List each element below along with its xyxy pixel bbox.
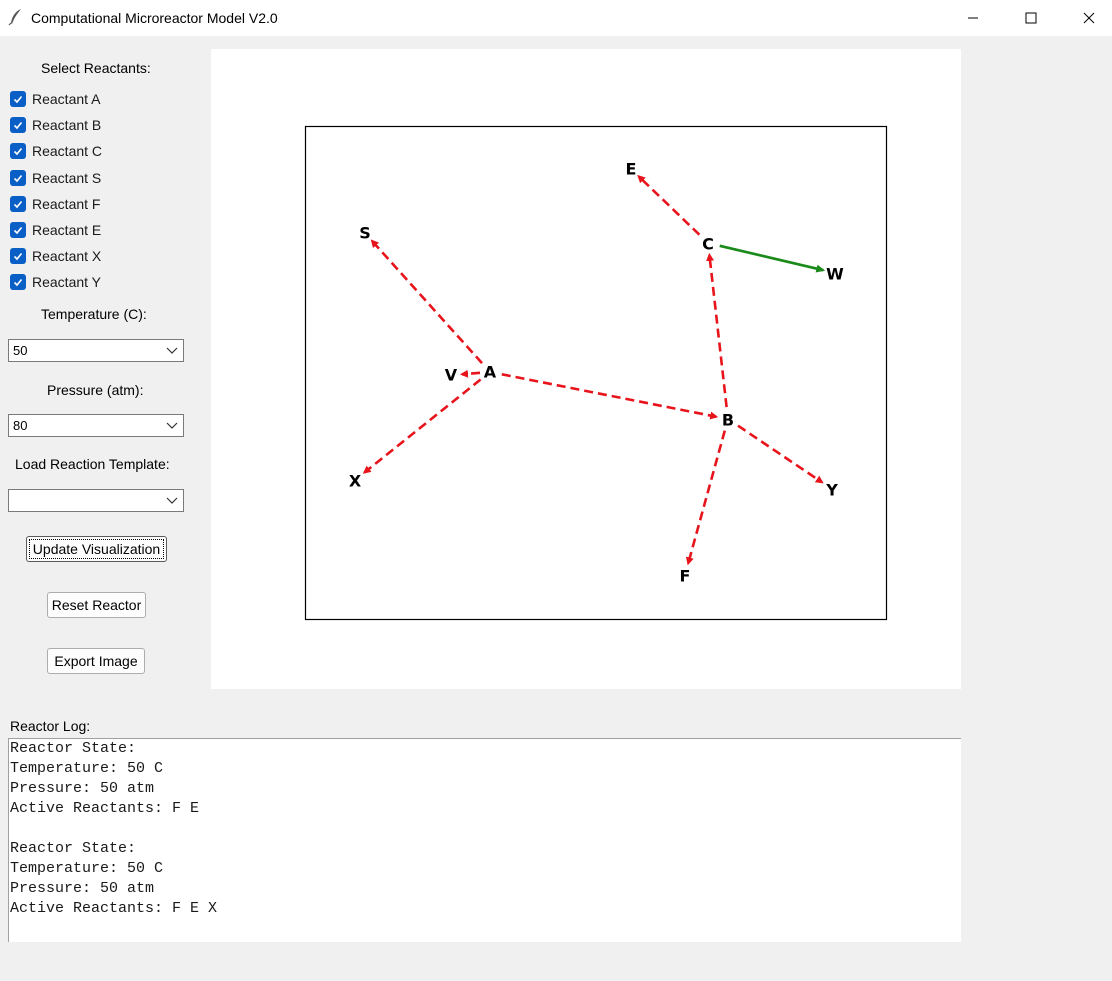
reactant-label: Reactant C — [32, 143, 103, 159]
log-line: Active Reactants: F E — [10, 800, 200, 817]
plot-frame — [304, 125, 888, 621]
reactant-label: Reactant S — [32, 170, 102, 186]
temperature-select[interactable]: 50 — [8, 339, 184, 362]
maximize-button[interactable] — [1008, 0, 1054, 36]
node-w: W — [826, 265, 844, 284]
reactant-checkbox[interactable]: Reactant X — [10, 247, 101, 265]
node-e: E — [626, 160, 637, 179]
template-select[interactable] — [8, 489, 184, 512]
reactant-label: Reactant A — [32, 91, 101, 107]
title-bar: Computational Microreactor Model V2.0 — [0, 0, 1112, 36]
reactant-checkbox[interactable]: Reactant B — [10, 116, 101, 134]
reset-reactor-button[interactable]: Reset Reactor — [47, 592, 146, 618]
maximize-icon — [1025, 12, 1037, 24]
log-line: Active Reactants: F E X — [10, 900, 218, 917]
pressure-label: Pressure (atm): — [47, 382, 144, 398]
feather-icon — [8, 9, 21, 26]
checkbox-checked-icon[interactable] — [10, 196, 26, 212]
pressure-value: 80 — [13, 418, 28, 433]
window-title: Computational Microreactor Model V2.0 — [31, 10, 278, 26]
node-a: A — [484, 363, 497, 382]
reactant-checkbox[interactable]: Reactant A — [10, 90, 101, 108]
reaction-graph: A B C E W S V X Y F — [304, 125, 888, 621]
log-line: Temperature: 50 C — [10, 760, 164, 777]
close-button[interactable] — [1066, 0, 1112, 36]
checkbox-checked-icon[interactable] — [10, 117, 26, 133]
log-line: Pressure: 50 atm — [10, 880, 155, 897]
reactant-label: Reactant Y — [32, 274, 102, 290]
log-line: Reactor State: — [10, 840, 137, 857]
temperature-label: Temperature (C): — [41, 306, 147, 322]
chevron-down-icon — [166, 422, 178, 429]
node-x: X — [349, 472, 362, 491]
reactant-label: Reactant X — [32, 248, 102, 264]
close-icon — [1083, 12, 1095, 24]
checkbox-checked-icon[interactable] — [10, 274, 26, 290]
reactor-log-label: Reactor Log: — [10, 718, 91, 734]
reactant-checkbox[interactable]: Reactant C — [10, 142, 102, 160]
node-b: B — [722, 411, 734, 430]
node-c: C — [702, 235, 714, 254]
chevron-down-icon — [166, 497, 178, 504]
node-v: V — [445, 366, 458, 385]
log-line: Pressure: 50 atm — [10, 780, 155, 797]
reactants-heading: Select Reactants: — [41, 60, 151, 76]
pressure-select[interactable]: 80 — [8, 414, 184, 437]
checkbox-checked-icon[interactable] — [10, 170, 26, 186]
log-lines: Reactor State: Temperature: 50 C Pressure:… — [9, 739, 961, 919]
chevron-down-icon — [166, 347, 178, 354]
node-y: Y — [825, 481, 838, 500]
checkbox-checked-icon[interactable] — [10, 222, 26, 238]
reactant-checkbox[interactable]: Reactant Y — [10, 273, 101, 291]
reactant-label: Reactant F — [32, 196, 101, 212]
node-s: S — [359, 224, 371, 243]
log-line: Reactor State: — [10, 740, 137, 757]
reactant-label: Reactant B — [32, 117, 102, 133]
minimize-icon — [968, 17, 978, 19]
reaction-canvas: A B C E W S V X Y F — [211, 49, 961, 689]
export-image-button[interactable]: Export Image — [47, 648, 145, 674]
minimize-button[interactable] — [950, 0, 996, 36]
checkbox-checked-icon[interactable] — [10, 91, 26, 107]
checkbox-checked-icon[interactable] — [10, 248, 26, 264]
temperature-value: 50 — [13, 343, 28, 358]
template-label: Load Reaction Template: — [15, 456, 170, 472]
reactor-log[interactable]: Reactor State: Temperature: 50 C Pressure:… — [8, 738, 961, 942]
node-f: F — [680, 567, 691, 586]
update-visualization-button[interactable]: Update Visualization — [26, 536, 167, 562]
reactant-checkbox[interactable]: Reactant F — [10, 195, 100, 213]
reactant-checkbox[interactable]: Reactant E — [10, 221, 101, 239]
reactant-label: Reactant E — [32, 222, 102, 238]
log-line: Temperature: 50 C — [10, 860, 164, 877]
reactant-checkbox[interactable]: Reactant S — [10, 169, 101, 187]
checkbox-checked-icon[interactable] — [10, 143, 26, 159]
